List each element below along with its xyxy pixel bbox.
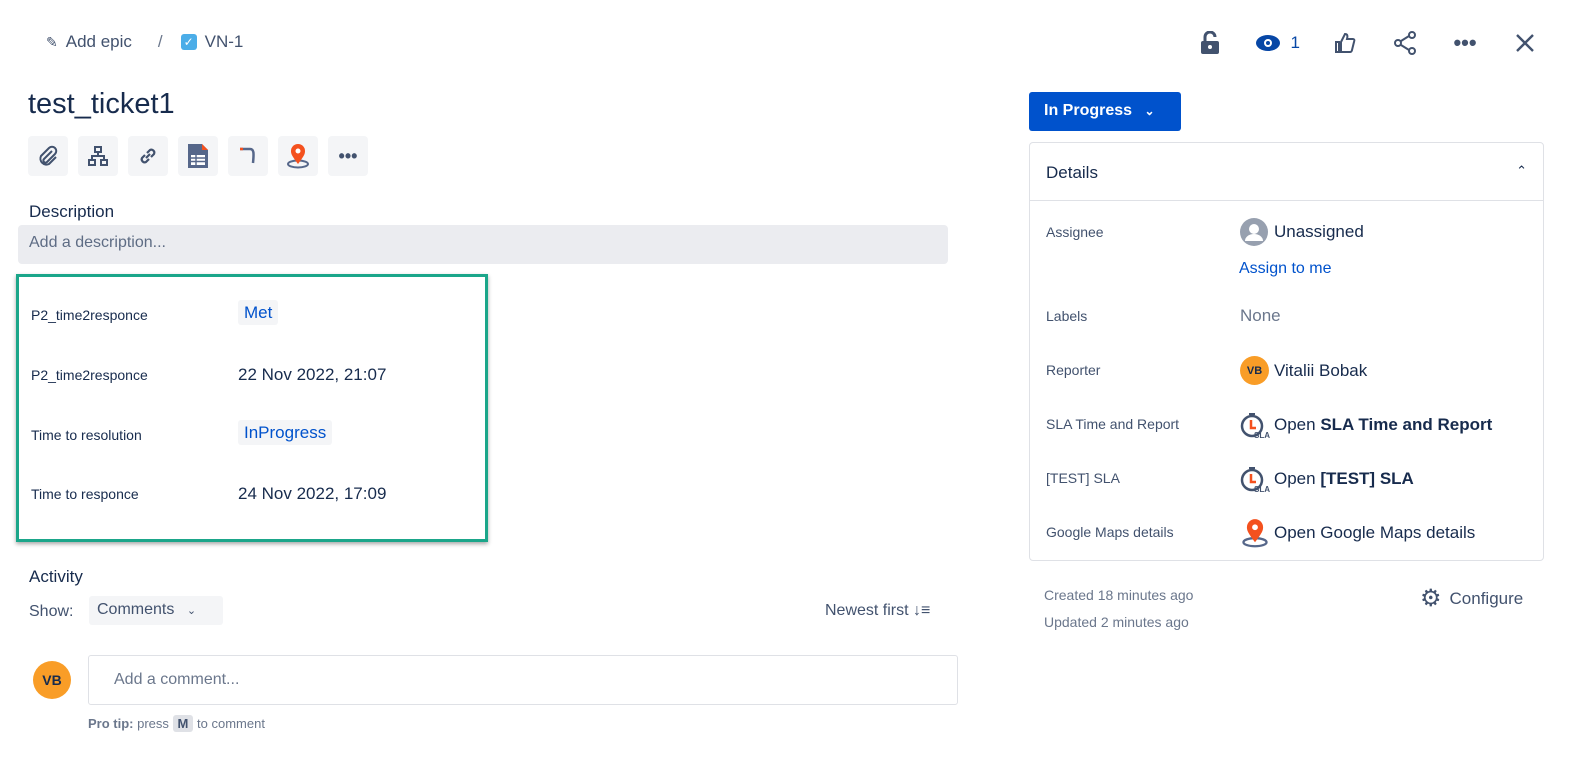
status-label: In Progress	[1044, 102, 1133, 119]
thumbs-up-icon[interactable]	[1330, 28, 1360, 58]
link-icon[interactable]	[128, 136, 168, 176]
issue-actions: 1 •••	[1165, 28, 1540, 58]
issue-title[interactable]: test_ticket1	[28, 88, 175, 121]
more-icon[interactable]: •••	[1450, 28, 1480, 58]
field-label: Time to resolution	[31, 427, 142, 443]
labels-label: Labels	[1046, 308, 1088, 324]
field-value: 24 Nov 2022, 17:09	[238, 484, 387, 503]
sla-stopwatch-icon: SLA	[1240, 465, 1274, 493]
details-header[interactable]: Details ⌃	[1030, 143, 1543, 201]
reporter-value[interactable]: VB Vitalii Bobak	[1240, 356, 1367, 385]
test-sla-label: [TEST] SLA	[1046, 470, 1120, 486]
status-lozenge: Met	[238, 300, 279, 325]
sla-name: SLA Time and Report	[1320, 415, 1493, 434]
task-type-icon: ✓	[180, 34, 197, 50]
watch-count: 1	[1290, 33, 1300, 52]
activity-title: Activity	[29, 567, 83, 586]
svg-text:SLA: SLA	[1254, 485, 1270, 493]
share-icon[interactable]	[1390, 28, 1420, 58]
configure-button[interactable]: ⚙ Configure	[1420, 584, 1523, 613]
pro-tip: Pro tip: press M to comment	[88, 715, 265, 732]
test-sla-link[interactable]: SLA Open [TEST] SLA	[1240, 465, 1414, 493]
watch-button[interactable]: 1	[1255, 28, 1300, 58]
reporter-name: Vitalii Bobak	[1274, 360, 1368, 380]
sort-icon: ↓≡	[913, 602, 931, 619]
tip-bold: Pro tip:	[88, 716, 134, 731]
assignee-name: Unassigned	[1274, 222, 1364, 241]
lock-icon[interactable]	[1195, 28, 1225, 58]
avatar: VB	[33, 661, 71, 699]
close-icon[interactable]	[1510, 28, 1540, 58]
details-panel: Details ⌃ Assignee Unassigned Assign to m…	[1029, 142, 1544, 561]
comment-input[interactable]: Add a comment...	[88, 655, 958, 705]
configure-label: Configure	[1449, 588, 1524, 608]
gear-icon: ⚙	[1420, 585, 1442, 612]
open-text: Open	[1274, 415, 1316, 434]
open-text: Open	[1274, 469, 1316, 488]
created-time: Created 18 minutes ago	[1044, 587, 1194, 603]
status-lozenge: InProgress	[238, 420, 333, 445]
user-avatar-icon	[1240, 218, 1274, 246]
sla-fields-panel: P2_time2responce Met P2_time2responce 22…	[16, 274, 488, 542]
attachment-icon[interactable]	[28, 136, 68, 176]
spreadsheet-icon[interactable]	[178, 136, 218, 176]
maps-link[interactable]: Open Google Maps details	[1240, 518, 1475, 548]
sla-report-link[interactable]: SLA Open SLA Time and Report	[1240, 411, 1492, 439]
sla-report-label: SLA Time and Report	[1046, 416, 1180, 432]
maps-label: Google Maps details	[1046, 524, 1174, 540]
boomerang-icon[interactable]	[228, 136, 268, 176]
field-value: InProgress	[238, 420, 333, 445]
assignee-value[interactable]: Unassigned	[1240, 218, 1364, 246]
tip-text: to comment	[197, 716, 265, 731]
labels-value[interactable]: None	[1240, 306, 1281, 326]
assign-to-me-link[interactable]: Assign to me	[1239, 260, 1331, 278]
test-sla-name: [TEST] SLA	[1320, 469, 1414, 488]
field-label: Time to responce	[31, 486, 139, 502]
breadcrumb-separator: /	[157, 32, 163, 51]
field-value: Met	[238, 300, 279, 325]
description-label: Description	[29, 202, 115, 221]
sla-stopwatch-icon: SLA	[1240, 411, 1274, 439]
map-pin-icon[interactable]	[278, 136, 318, 176]
details-title: Details	[1046, 163, 1098, 182]
pencil-icon: ✎	[46, 33, 58, 50]
breadcrumb: ✎ Add epic / ✓ VN-1	[46, 32, 243, 52]
sort-label: Newest first	[825, 602, 909, 619]
issue-key-link[interactable]: VN-1	[205, 32, 244, 52]
chevron-down-icon: ⌄	[1144, 104, 1155, 118]
assignee-label: Assignee	[1046, 224, 1104, 240]
maps-text: Open Google Maps details	[1274, 523, 1476, 542]
child-issue-icon[interactable]	[78, 136, 118, 176]
add-epic-link[interactable]: Add epic	[66, 32, 132, 52]
map-pin-icon	[1240, 518, 1274, 548]
reporter-avatar: VB	[1240, 356, 1269, 385]
svg-text:SLA: SLA	[1254, 431, 1270, 439]
eye-icon	[1255, 35, 1280, 51]
status-dropdown[interactable]: In Progress ⌄	[1029, 92, 1181, 131]
shortcut-key: M	[172, 715, 194, 732]
activity-filter-dropdown[interactable]: Comments ⌄	[89, 596, 223, 625]
reporter-label: Reporter	[1046, 362, 1101, 378]
filter-value: Comments	[97, 601, 175, 618]
sort-button[interactable]: Newest first ↓≡	[825, 602, 930, 620]
tip-text: press	[137, 716, 169, 731]
issue-toolbar: •••	[28, 136, 368, 176]
show-label: Show:	[29, 603, 74, 620]
more-actions-icon[interactable]: •••	[328, 136, 368, 176]
chevron-down-icon: ⌄	[186, 605, 197, 617]
description-input[interactable]: Add a description...	[18, 225, 948, 264]
chevron-up-icon[interactable]: ⌃	[1516, 163, 1527, 180]
field-value: 22 Nov 2022, 21:07	[238, 365, 387, 384]
updated-time: Updated 2 minutes ago	[1044, 614, 1189, 630]
field-label: P2_time2responce	[31, 367, 148, 383]
field-label: P2_time2responce	[31, 307, 148, 323]
